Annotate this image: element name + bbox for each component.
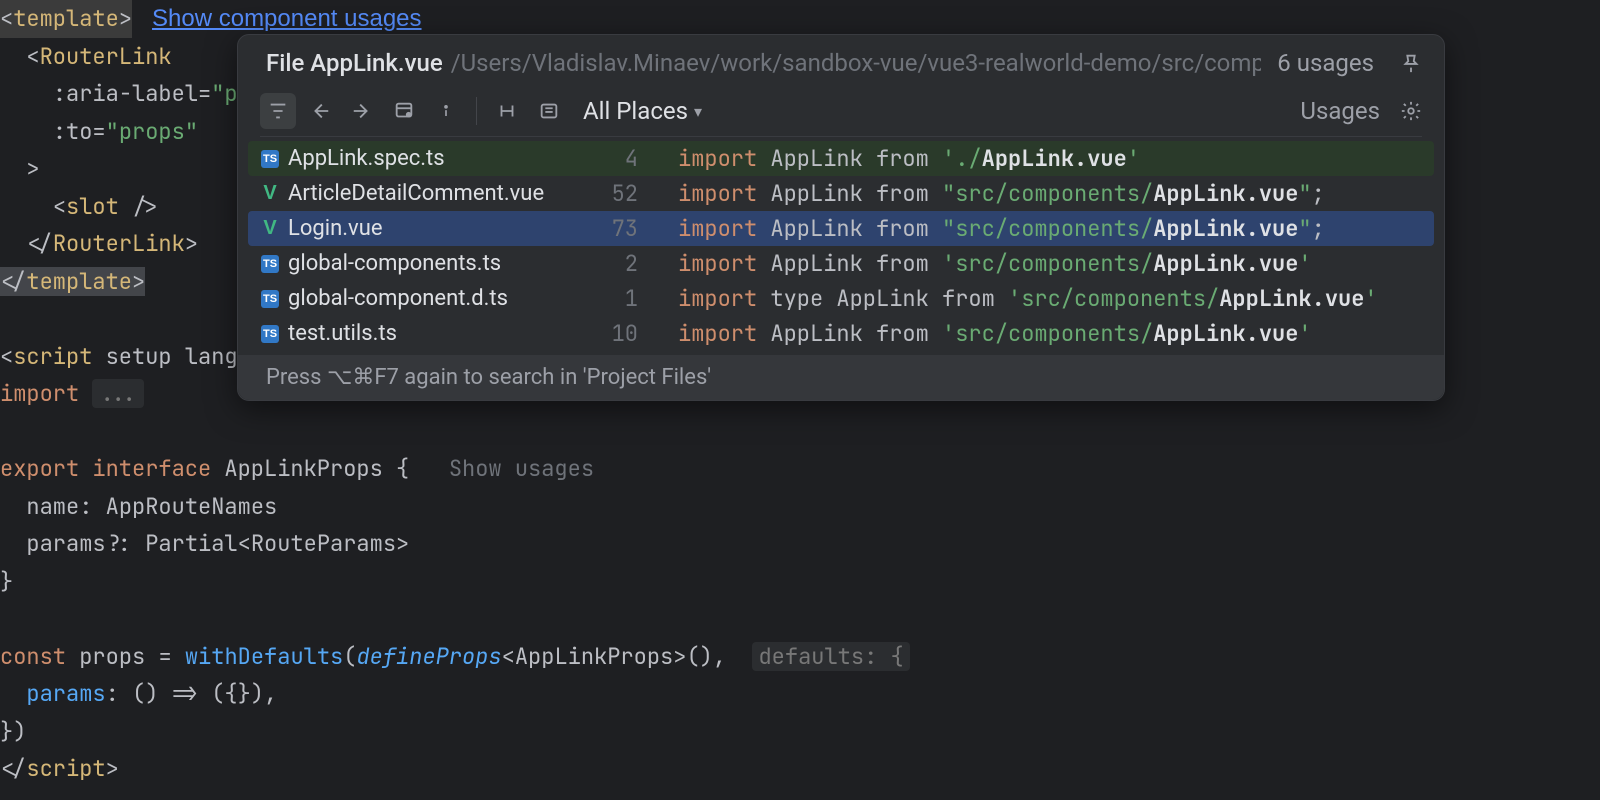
result-filename: ArticleDetailComment.vue [288,181,588,206]
filter-icon[interactable] [260,93,296,129]
popup-file-path: /Users/Vladislav.Minaev/work/sandbox-vue… [451,49,1261,77]
usage-result-row[interactable]: V Login.vue73 import AppLink from "src/com… [248,211,1434,246]
result-line-number: 4 [588,144,638,173]
chevron-down-icon: ▾ [694,102,702,121]
result-line-number: 1 [588,284,638,313]
result-filename: test.utils.ts [288,321,588,346]
usages-count: 6 usages [1277,49,1374,77]
result-code-preview: import AppLink from 'src/components/AppL… [678,319,1312,348]
ts-file-icon: TS [260,254,280,274]
result-code-preview: import AppLink from 'src/components/AppL… [678,249,1312,278]
result-line-number: 52 [588,179,638,208]
ts-file-icon: TS [260,289,280,309]
popup-toolbar: All Places▾ Usages [238,87,1444,137]
usage-result-row[interactable]: TS AppLink.spec.ts4 import AppLink from '.… [248,141,1434,176]
pin-icon[interactable] [1400,52,1422,74]
usage-result-row[interactable]: V ArticleDetailComment.vue52 import AppLin… [248,176,1434,211]
usage-result-row[interactable]: TS global-components.ts2 import AppLink fr… [248,246,1434,281]
result-filename: global-component.d.ts [288,286,588,311]
info-icon[interactable] [428,93,464,129]
popup-footer-hint: Press ⌥⌘F7 again to search in 'Project F… [238,355,1444,400]
usage-result-row[interactable]: TS test.utils.ts10 import AppLink from 'sr… [248,316,1434,351]
result-code-preview: import type AppLink from 'src/components… [678,284,1378,313]
ts-file-icon: TS [260,149,280,169]
result-filename: global-components.ts [288,251,588,276]
result-filename: AppLink.spec.ts [288,146,588,171]
vue-file-icon: V [260,219,280,239]
read-access-icon[interactable] [302,93,338,129]
regex-icon[interactable] [489,93,525,129]
scope-selector[interactable]: All Places▾ [583,97,702,125]
usage-result-row[interactable]: TS global-component.d.ts1 import type AppL… [248,281,1434,316]
result-code-preview: import AppLink from './AppLink.vue' [678,144,1140,173]
result-code-preview: import AppLink from "src/components/AppL… [678,179,1325,208]
show-usages-hint[interactable]: Show usages [449,454,594,483]
popup-header: File AppLink.vue /Users/Vladislav.Minaev… [238,35,1444,87]
defaults-inlay-hint: defaults: { [752,642,909,671]
toolbar-divider [260,136,1422,137]
results-list: TS AppLink.spec.ts4 import AppLink from '.… [238,137,1444,355]
show-component-usages-link[interactable]: Show component usages [152,5,422,32]
preview-icon[interactable] [531,93,567,129]
vue-file-icon: V [260,184,280,204]
open-in-toolwindow-icon[interactable] [386,93,422,129]
result-line-number: 73 [588,214,638,243]
find-usages-popup: File AppLink.vue /Users/Vladislav.Minaev… [237,34,1445,401]
result-code-preview: import AppLink from "src/components/AppL… [678,214,1325,243]
gear-icon[interactable] [1400,100,1422,122]
toolbar-separator [476,97,477,125]
ts-file-icon: TS [260,324,280,344]
usages-tab-label[interactable]: Usages [1300,97,1380,125]
result-filename: Login.vue [288,216,588,241]
result-line-number: 10 [588,319,638,348]
write-access-icon[interactable] [344,93,380,129]
result-line-number: 2 [588,249,638,278]
popup-file-label: File AppLink.vue [266,49,443,77]
